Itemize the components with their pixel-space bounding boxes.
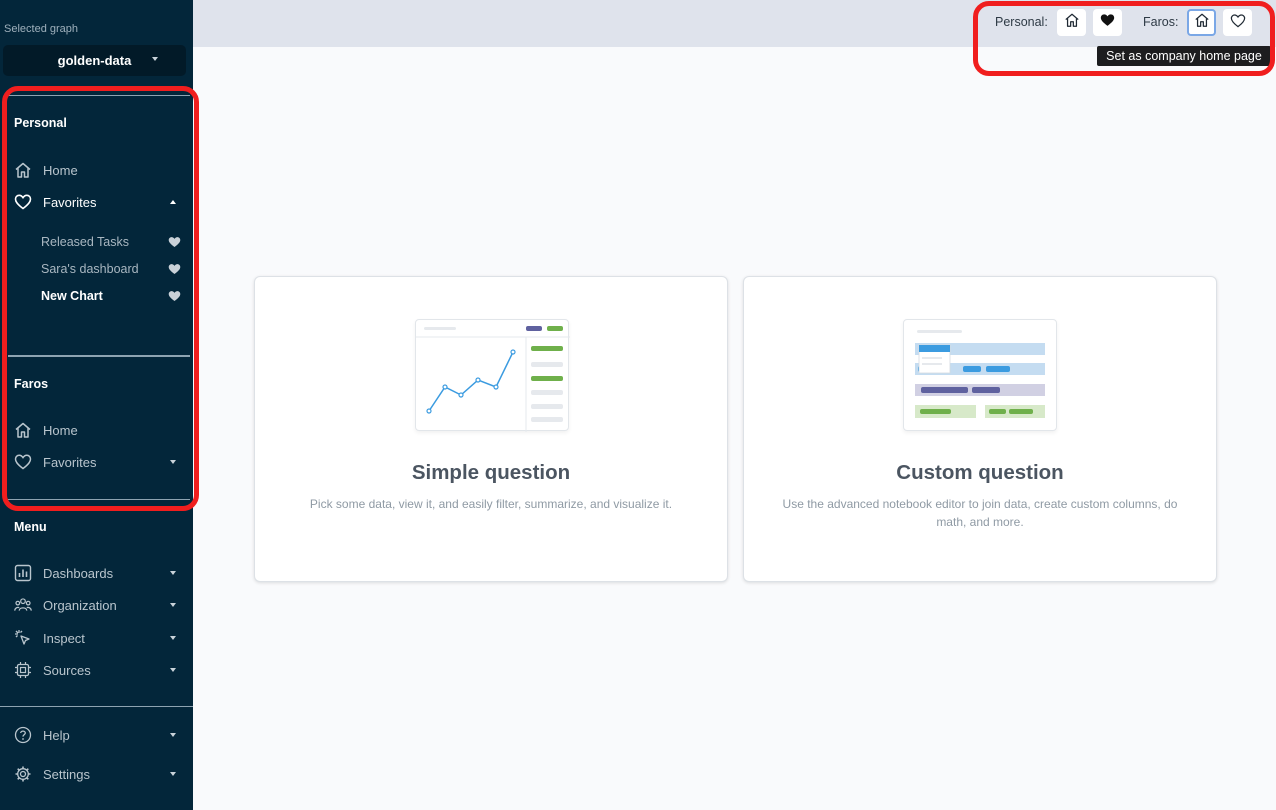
custom-question-illustration	[903, 319, 1057, 431]
chevron-up-icon	[170, 200, 176, 204]
section-title-personal: Personal	[14, 116, 67, 130]
tooltip: Set as company home page	[1097, 46, 1271, 66]
faros-home-label: Home	[43, 422, 78, 438]
menu-item-organization[interactable]: Organization	[14, 594, 182, 616]
section-title-faros: Faros	[14, 377, 49, 391]
heart-outline-icon	[14, 453, 32, 471]
card-title: Custom question	[896, 461, 1064, 484]
menu-item-dashboards[interactable]: Dashboards	[14, 562, 182, 584]
help-label: Help	[43, 727, 70, 743]
help-link[interactable]: Help	[14, 724, 182, 746]
chevron-down-icon	[170, 668, 176, 672]
faros-favorites-toggle[interactable]: Favorites	[14, 451, 182, 473]
favorite-item-released-tasks[interactable]: Released Tasks	[41, 233, 181, 251]
menu-item-label: Sources	[43, 662, 91, 678]
faros-label: Faros:	[1143, 15, 1179, 29]
custom-question-card[interactable]: Custom question Use the advanced noteboo…	[743, 276, 1217, 582]
menu-item-label: Inspect	[43, 630, 85, 646]
favorite-item-label: New Chart	[41, 289, 103, 303]
heart-outline-icon	[14, 193, 32, 211]
heart-filled-icon[interactable]	[168, 263, 181, 278]
favorite-item-label: Sara's dashboard	[41, 262, 139, 276]
personal-favorites-toggle[interactable]: Favorites	[14, 191, 182, 213]
card-description: Use the advanced notebook editor to join…	[782, 497, 1178, 529]
gear-icon	[14, 765, 32, 783]
personal-home-link[interactable]: Home	[14, 159, 182, 181]
graph-select-value: golden-data	[57, 53, 132, 68]
home-icon	[1194, 12, 1210, 33]
section-title-menu: Menu	[14, 520, 47, 534]
heart-filled-icon[interactable]	[168, 290, 181, 305]
graph-label: Selected graph	[4, 23, 78, 35]
people-icon	[14, 596, 32, 614]
personal-favorites-label: Favorites	[43, 194, 97, 210]
favorite-item-label: Released Tasks	[41, 235, 130, 249]
heart-filled-icon	[1100, 13, 1115, 32]
personal-favorite-button[interactable]	[1093, 9, 1122, 36]
bar-chart-icon	[14, 564, 32, 582]
simple-question-card[interactable]: Simple question Pick some data, view it,…	[254, 276, 728, 582]
faros-favorite-button[interactable]	[1223, 9, 1252, 36]
faros-home-link[interactable]: Home	[14, 419, 182, 441]
personal-label: Personal:	[995, 15, 1048, 29]
menu-item-inspect[interactable]: Inspect	[14, 627, 182, 649]
menu-item-sources[interactable]: Sources	[14, 659, 182, 681]
card-description: Pick some data, view it, and easily filt…	[309, 497, 673, 511]
home-icon	[14, 421, 32, 439]
help-circle-icon	[14, 726, 32, 744]
personal-home-label: Home	[43, 162, 78, 178]
chevron-down-icon	[170, 733, 176, 737]
favorite-item-new-chart[interactable]: New Chart	[41, 287, 181, 305]
home-icon	[1064, 12, 1080, 33]
simple-question-illustration	[415, 319, 570, 432]
graph-select[interactable]: golden-data	[3, 45, 186, 76]
heart-outline-icon	[1230, 13, 1246, 33]
chevron-down-icon	[170, 636, 176, 640]
favorite-item-saras-dashboard[interactable]: Sara's dashboard	[41, 260, 181, 278]
divider	[8, 499, 190, 500]
faros-home-button[interactable]	[1187, 9, 1216, 36]
menu-item-label: Organization	[43, 597, 117, 613]
top-bar: Personal: Faros:	[193, 0, 1276, 47]
chevron-down-icon	[152, 57, 158, 61]
sidebar: Selected graph golden-data Personal Home…	[0, 0, 193, 810]
menu-item-label: Dashboards	[43, 565, 114, 581]
chevron-down-icon	[170, 460, 176, 464]
settings-link[interactable]: Settings	[14, 763, 182, 785]
divider	[8, 95, 190, 96]
divider	[8, 355, 190, 357]
chip-icon	[14, 661, 32, 679]
personal-home-button[interactable]	[1057, 9, 1086, 36]
faros-favorites-label: Favorites	[43, 454, 97, 470]
cursor-click-icon	[14, 629, 32, 647]
settings-label: Settings	[43, 766, 90, 782]
chevron-down-icon	[170, 772, 176, 776]
home-icon	[14, 161, 32, 179]
chevron-down-icon	[170, 571, 176, 575]
heart-filled-icon[interactable]	[168, 236, 181, 251]
chevron-down-icon	[170, 603, 176, 607]
divider	[0, 706, 193, 707]
card-title: Simple question	[411, 461, 571, 484]
